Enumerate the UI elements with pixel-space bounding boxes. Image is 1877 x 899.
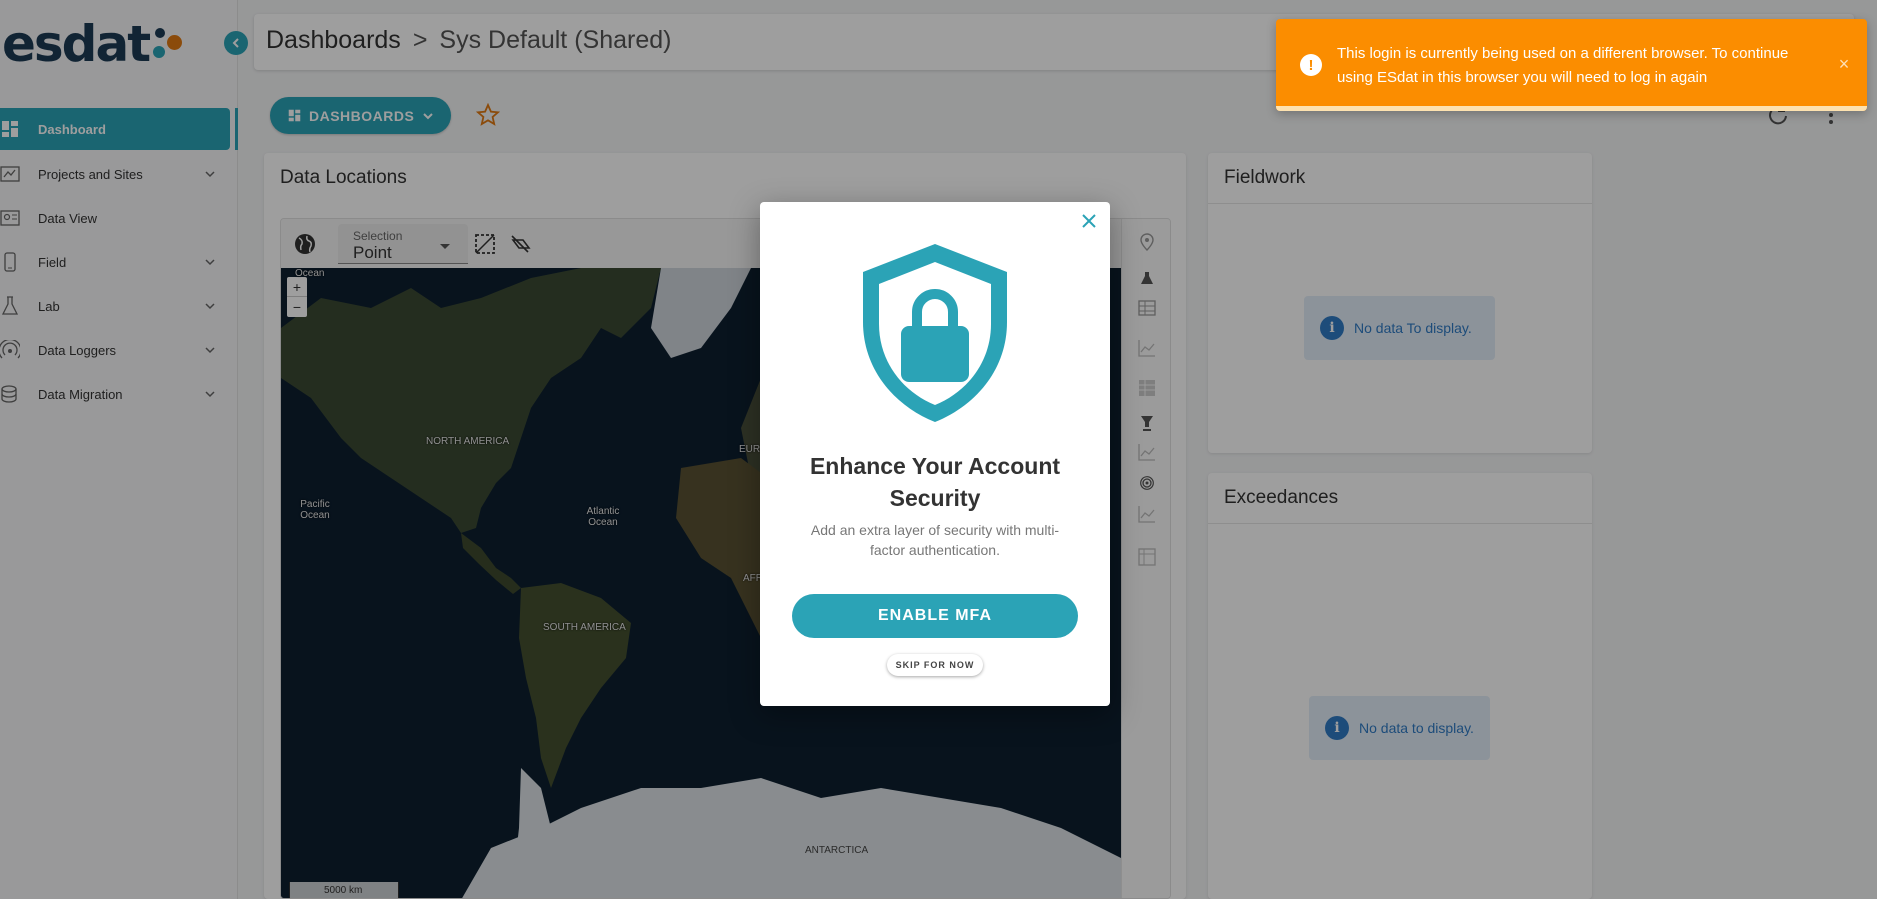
toast-message: This login is currently being used on a …: [1337, 45, 1789, 86]
warning-icon: !: [1300, 54, 1322, 76]
toast-progress-bar: [1276, 106, 1867, 111]
modal-description: Add an extra layer of security with mult…: [810, 522, 1060, 558]
close-icon[interactable]: ×: [1833, 53, 1855, 75]
skip-for-now-button[interactable]: SKIP FOR NOW: [887, 654, 983, 676]
close-icon[interactable]: [1078, 210, 1100, 232]
security-shield-icon: [863, 244, 1007, 422]
modal-title: Enhance Your Account Security: [809, 453, 1061, 511]
warning-toast: ! This login is currently being used on …: [1276, 19, 1867, 111]
mfa-dialog: Enhance Your Account Security Add an ext…: [760, 202, 1110, 706]
enable-mfa-button[interactable]: ENABLE MFA: [792, 594, 1078, 638]
